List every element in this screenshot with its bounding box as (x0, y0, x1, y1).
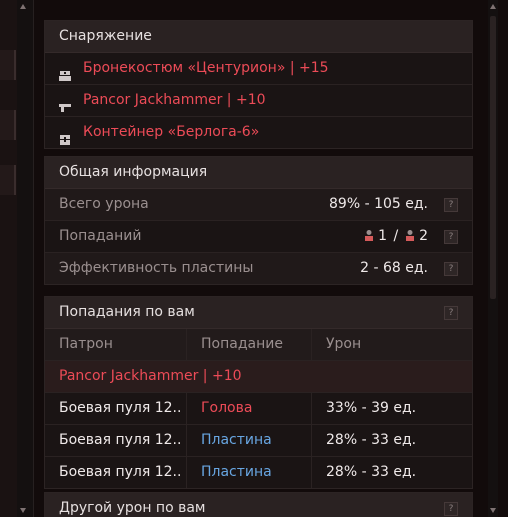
column-hit: Попадание (201, 336, 283, 352)
hits-panel: Попадания по вам ? Патрон Попадание Урон… (44, 296, 473, 489)
general-info-title: Общая информация (45, 157, 472, 189)
general-info-panel: Общая информация Всего урона 89% - 105 е… (44, 156, 473, 285)
help-icon[interactable]: ? (444, 306, 458, 320)
table-row: Боевая пуля 12.. Пластина 28% - 33 ед. (45, 425, 472, 457)
help-icon[interactable]: ? (444, 502, 458, 516)
column-divider (311, 393, 312, 424)
equipment-title: Снаряжение (45, 21, 472, 53)
column-divider (186, 393, 187, 424)
table-row: Боевая пуля 12.. Пластина 28% - 33 ед. (45, 457, 472, 488)
left-side-tab[interactable] (0, 50, 16, 80)
help-icon[interactable]: ? (444, 262, 458, 276)
column-divider (311, 457, 312, 488)
hits-table-header: Патрон Попадание Урон (45, 329, 472, 361)
column-divider (186, 329, 187, 360)
left-side-tab[interactable] (0, 165, 16, 195)
other-damage-title: Другой урон по вам ? (45, 493, 472, 517)
equipment-item-container[interactable]: Контейнер «Берлога-6» (45, 117, 472, 148)
plate-efficiency-row: Эффективность пластины 2 - 68 ед. ? (45, 253, 472, 284)
total-damage-row: Всего урона 89% - 105 ед. ? (45, 189, 472, 221)
help-icon[interactable]: ? (444, 230, 458, 244)
hits-title: Попадания по вам ? (45, 297, 472, 329)
left-scrollbar[interactable] (17, 0, 34, 517)
person-hit-icon (405, 230, 414, 241)
column-divider (186, 457, 187, 488)
help-icon[interactable]: ? (444, 198, 458, 212)
table-row: Боевая пуля 12.. Голова 33% - 39 ед. (45, 393, 472, 425)
other-damage-panel: Другой урон по вам ? (44, 492, 473, 517)
equipment-item-weapon[interactable]: Pancor Jackhammer | +10 (45, 85, 472, 117)
column-ammo: Патрон (59, 336, 113, 352)
equipment-panel: Снаряжение Бронекостюм «Центурион» | +15… (44, 20, 473, 149)
column-damage: Урон (326, 336, 362, 352)
armor-icon (59, 62, 71, 81)
scroll-down-icon[interactable] (20, 508, 26, 513)
scroll-up-icon[interactable] (20, 4, 26, 9)
column-divider (186, 425, 187, 456)
column-divider (311, 329, 312, 360)
gun-icon (59, 94, 71, 112)
container-icon (59, 126, 71, 145)
left-side-tab[interactable] (0, 110, 16, 140)
person-hit-icon (364, 230, 373, 241)
column-divider (311, 425, 312, 456)
weapon-group-row: Pancor Jackhammer | +10 (45, 361, 472, 393)
scrollbar-thumb[interactable] (490, 16, 496, 299)
hits-count-row: Попаданий 1 / 2 ? (45, 221, 472, 253)
equipment-item-armor[interactable]: Бронекостюм «Центурион» | +15 (45, 53, 472, 85)
scroll-up-icon[interactable] (490, 4, 496, 9)
scroll-down-icon[interactable] (490, 508, 496, 513)
